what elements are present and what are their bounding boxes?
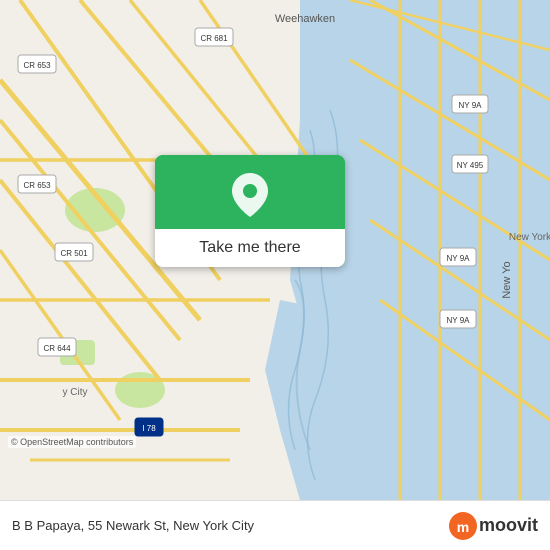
svg-text:m: m xyxy=(457,519,469,535)
svg-text:New York: New York xyxy=(509,232,550,243)
moovit-text: moovit xyxy=(479,515,538,536)
svg-text:CR 653: CR 653 xyxy=(23,181,51,190)
svg-text:CR 681: CR 681 xyxy=(200,34,228,43)
svg-text:I 78: I 78 xyxy=(142,424,156,433)
svg-text:y City: y City xyxy=(63,387,88,398)
svg-text:NY 9A: NY 9A xyxy=(447,316,471,325)
footer: B B Papaya, 55 Newark St, New York City … xyxy=(0,500,550,550)
svg-text:NY 495: NY 495 xyxy=(457,161,484,170)
address-label: B B Papaya, 55 Newark St, New York City xyxy=(12,518,254,533)
svg-text:NY 9A: NY 9A xyxy=(447,254,471,263)
button-icon-area xyxy=(155,155,345,229)
moovit-icon: m xyxy=(449,512,477,540)
take-me-there-button[interactable]: Take me there xyxy=(155,155,345,267)
svg-text:CR 644: CR 644 xyxy=(43,344,71,353)
svg-text:Weehawken: Weehawken xyxy=(275,13,335,25)
svg-text:New Yo: New Yo xyxy=(501,261,513,298)
svg-text:CR 653: CR 653 xyxy=(23,61,51,70)
svg-text:CR 501: CR 501 xyxy=(60,249,88,258)
moovit-logo: m moovit xyxy=(449,512,538,540)
location-pin-icon xyxy=(232,173,268,217)
map-copyright: © OpenStreetMap contributors xyxy=(8,436,136,448)
svg-text:NY 9A: NY 9A xyxy=(459,101,483,110)
map-container: CR 653 CR 653 CR 681 CR 501 CR 644 I 78 … xyxy=(0,0,550,500)
take-me-there-label: Take me there xyxy=(155,229,345,267)
